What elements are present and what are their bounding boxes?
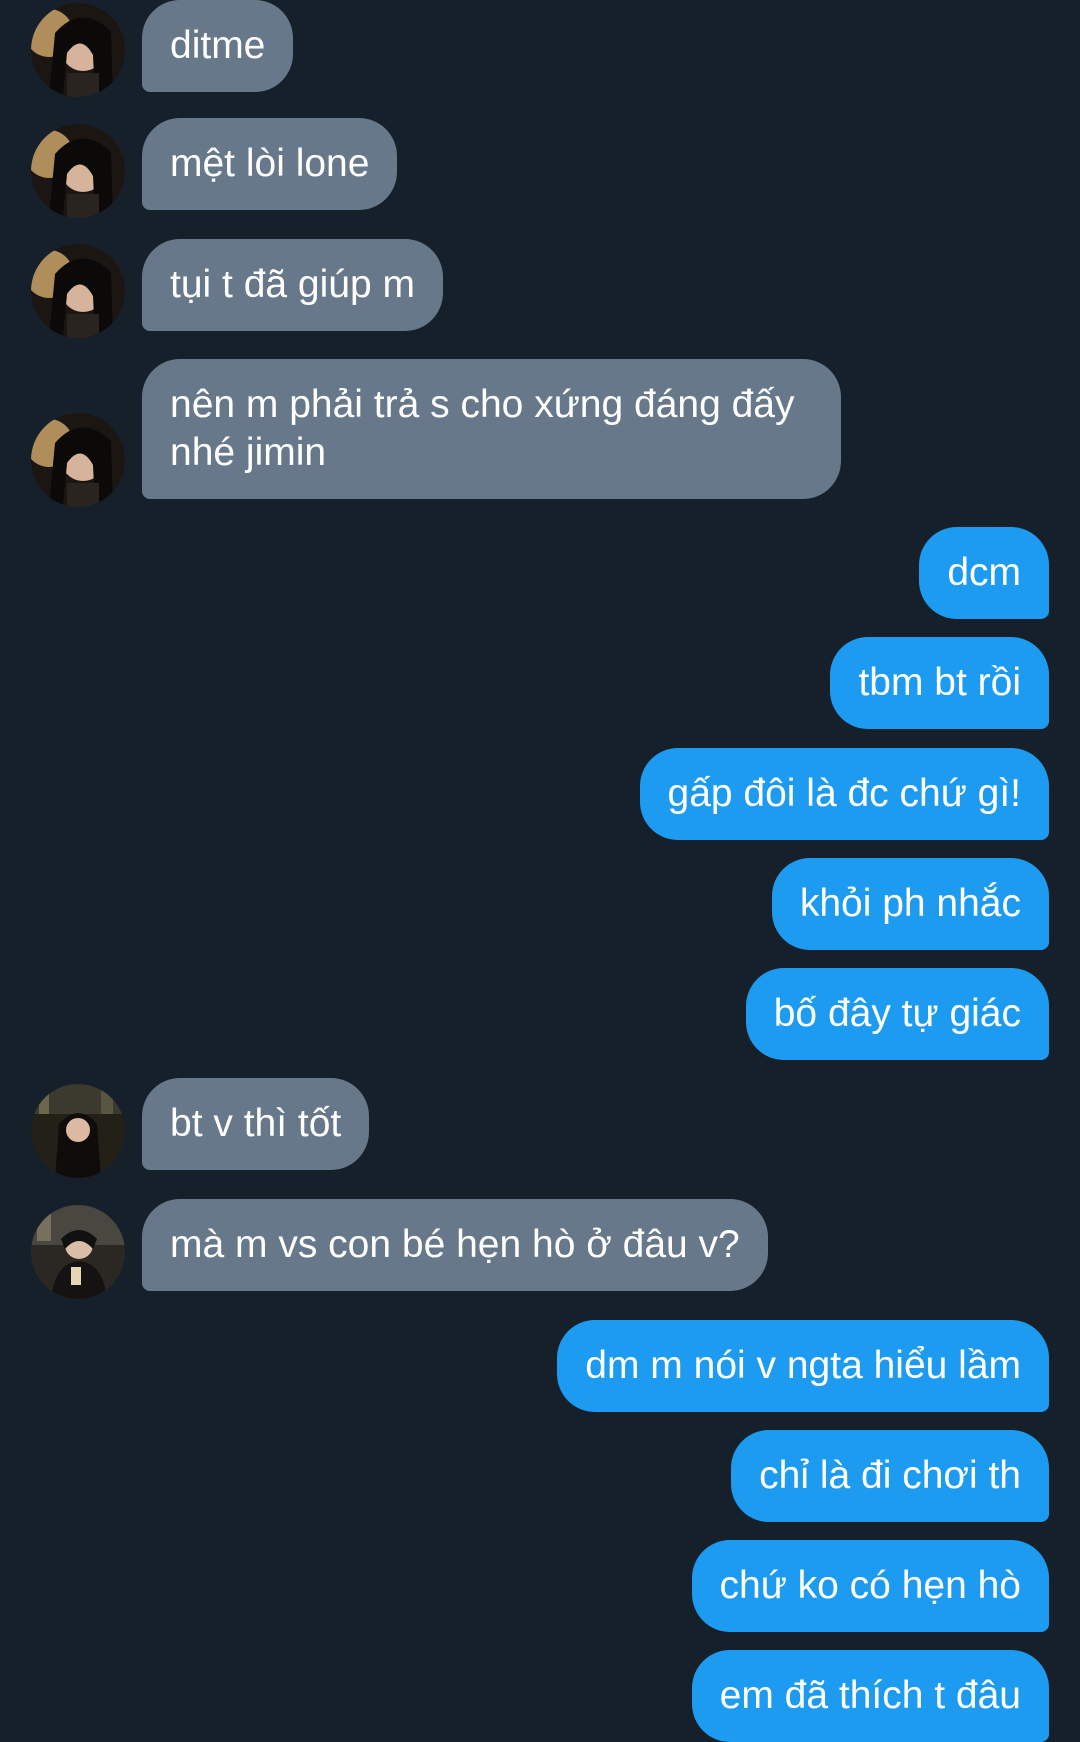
message-bubble[interactable]: mà m vs con bé hẹn hò ở đâu v? <box>142 1199 768 1291</box>
profile-photo-icon <box>31 1084 125 1178</box>
message-thread[interactable]: ditme mệt lòi lone tụi t đã giúp m nên m… <box>0 0 1080 1742</box>
message-text: mệt lòi lone <box>170 142 370 185</box>
message-bubble[interactable]: tbm bt rồi <box>830 637 1049 729</box>
message-bubble[interactable]: chứ ko có hẹn hò <box>691 1540 1049 1632</box>
profile-photo-icon <box>31 1205 125 1299</box>
message-text: mà m vs con bé hẹn hò ở đâu v? <box>170 1223 740 1266</box>
message-text: tbm bt rồi <box>858 661 1021 704</box>
profile-photo-icon <box>31 244 125 338</box>
message-bubble[interactable]: em đã thích t đâu <box>691 1650 1049 1742</box>
message-text: ditme <box>170 24 266 67</box>
message-bubble[interactable]: dcm <box>919 527 1049 619</box>
message-text: tụi t đã giúp m <box>170 263 415 306</box>
message-bubble[interactable]: chỉ là đi chơi th <box>731 1430 1049 1522</box>
message-text: chỉ là đi chơi th <box>759 1454 1021 1497</box>
message-bubble[interactable]: tụi t đã giúp m <box>142 239 443 331</box>
message-bubble[interactable]: ditme <box>142 0 294 92</box>
message-bubble[interactable]: bố đây tự giác <box>745 968 1049 1060</box>
message-text: khỏi ph nhắc <box>799 882 1021 925</box>
avatar[interactable] <box>31 124 125 218</box>
message-bubble[interactable]: gấp đôi là đc chứ gì! <box>639 748 1049 840</box>
message-bubble[interactable]: dm m nói v ngta hiểu lầm <box>557 1320 1049 1412</box>
avatar[interactable] <box>31 413 125 507</box>
avatar[interactable] <box>31 1084 125 1178</box>
avatar[interactable] <box>31 244 125 338</box>
message-bubble[interactable]: bt v thì tốt <box>142 1078 370 1170</box>
message-bubble[interactable]: khỏi ph nhắc <box>771 858 1049 950</box>
profile-photo-icon <box>31 124 125 218</box>
message-text: dcm <box>947 551 1021 594</box>
message-text: bố đây tự giác <box>773 992 1021 1035</box>
message-text: gấp đôi là đc chứ gì! <box>667 772 1022 815</box>
avatar[interactable] <box>31 1205 125 1299</box>
profile-photo-icon <box>31 3 125 97</box>
avatar[interactable] <box>31 3 125 97</box>
message-text: bt v thì tốt <box>170 1102 342 1145</box>
message-bubble[interactable]: mệt lòi lone <box>142 118 398 210</box>
profile-photo-icon <box>31 413 125 507</box>
message-text: chứ ko có hẹn hò <box>719 1564 1021 1607</box>
message-bubble[interactable]: nên m phải trả s cho xứng đáng đấy nhé j… <box>142 359 841 499</box>
message-text: em đã thích t đâu <box>719 1674 1021 1717</box>
message-text: dm m nói v ngta hiểu lầm <box>585 1344 1021 1387</box>
message-text: nên m phải trả s cho xứng đáng đấy nhé j… <box>170 383 795 474</box>
